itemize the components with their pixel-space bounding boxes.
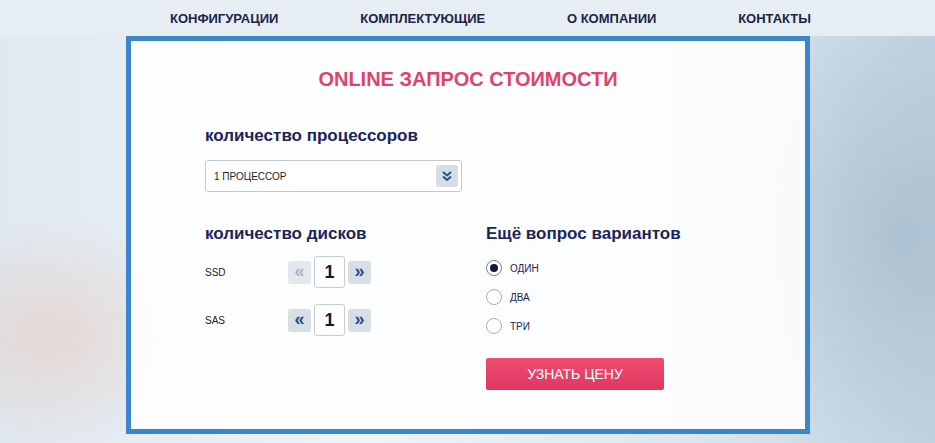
radio-button[interactable]: [486, 318, 502, 334]
radio-option[interactable]: ТРИ: [486, 316, 539, 336]
disk-name: SSD: [205, 267, 288, 278]
disk-name: SAS: [205, 315, 288, 326]
top-nav: КОНФИГУРАЦИИ КОМПЛЕКТУЮЩИЕ О КОМПАНИИ КОНТА…: [0, 0, 935, 36]
nav-item[interactable]: КОНТАКТЫ: [738, 11, 811, 26]
processors-select[interactable]: 1 ПРОЦЕССОР: [205, 160, 462, 192]
increment-button[interactable]: »: [348, 309, 371, 332]
radio-option[interactable]: ДВА: [486, 287, 539, 307]
options-label: Ещё вопрос вариантов: [486, 223, 681, 245]
disk-row: SSD«1»: [205, 255, 486, 289]
price-request-card: ONLINE ЗАПРОС СТОИМОСТИ количество процес…: [126, 36, 810, 434]
stepper: «1»: [288, 304, 371, 336]
stepper-value[interactable]: 1: [314, 256, 345, 288]
radio-option[interactable]: ОДИН: [486, 258, 539, 278]
select-value: 1 ПРОЦЕССОР: [214, 171, 287, 182]
disks-label: количество дисков: [205, 223, 486, 245]
decrement-button[interactable]: «: [288, 261, 311, 284]
nav-item[interactable]: О КОМПАНИИ: [567, 11, 656, 26]
radio-dot: [490, 264, 498, 272]
nav-item[interactable]: КОНФИГУРАЦИИ: [170, 11, 278, 26]
double-chevron-down-icon: [441, 170, 453, 182]
page: КОНФИГУРАЦИИ КОМПЛЕКТУЮЩИЕ О КОМПАНИИ КОНТА…: [0, 0, 935, 443]
radio-button[interactable]: [486, 260, 502, 276]
stepper-value[interactable]: 1: [314, 304, 345, 336]
dropdown-button[interactable]: [436, 165, 458, 187]
processors-label: количество процессоров: [205, 125, 805, 147]
options-section: Ещё вопрос вариантов ОДИН ДВА ТРИ УЗНАТЬ ЦЕН…: [486, 223, 681, 390]
radio-label: ДВА: [510, 292, 530, 303]
stepper: «1»: [288, 256, 371, 288]
radio-button[interactable]: [486, 289, 502, 305]
get-price-button[interactable]: УЗНАТЬ ЦЕНУ: [486, 358, 664, 390]
increment-button[interactable]: »: [348, 261, 371, 284]
disks-section: количество дисковSSD«1»SAS«1»: [205, 223, 486, 390]
form-title: ONLINE ЗАПРОС СТОИМОСТИ: [131, 67, 805, 91]
disk-row: SAS«1»: [205, 303, 486, 337]
nav-item[interactable]: КОМПЛЕКТУЮЩИЕ: [360, 11, 485, 26]
radio-label: ТРИ: [510, 321, 530, 332]
radio-label: ОДИН: [510, 263, 539, 274]
decrement-button[interactable]: «: [288, 309, 311, 332]
